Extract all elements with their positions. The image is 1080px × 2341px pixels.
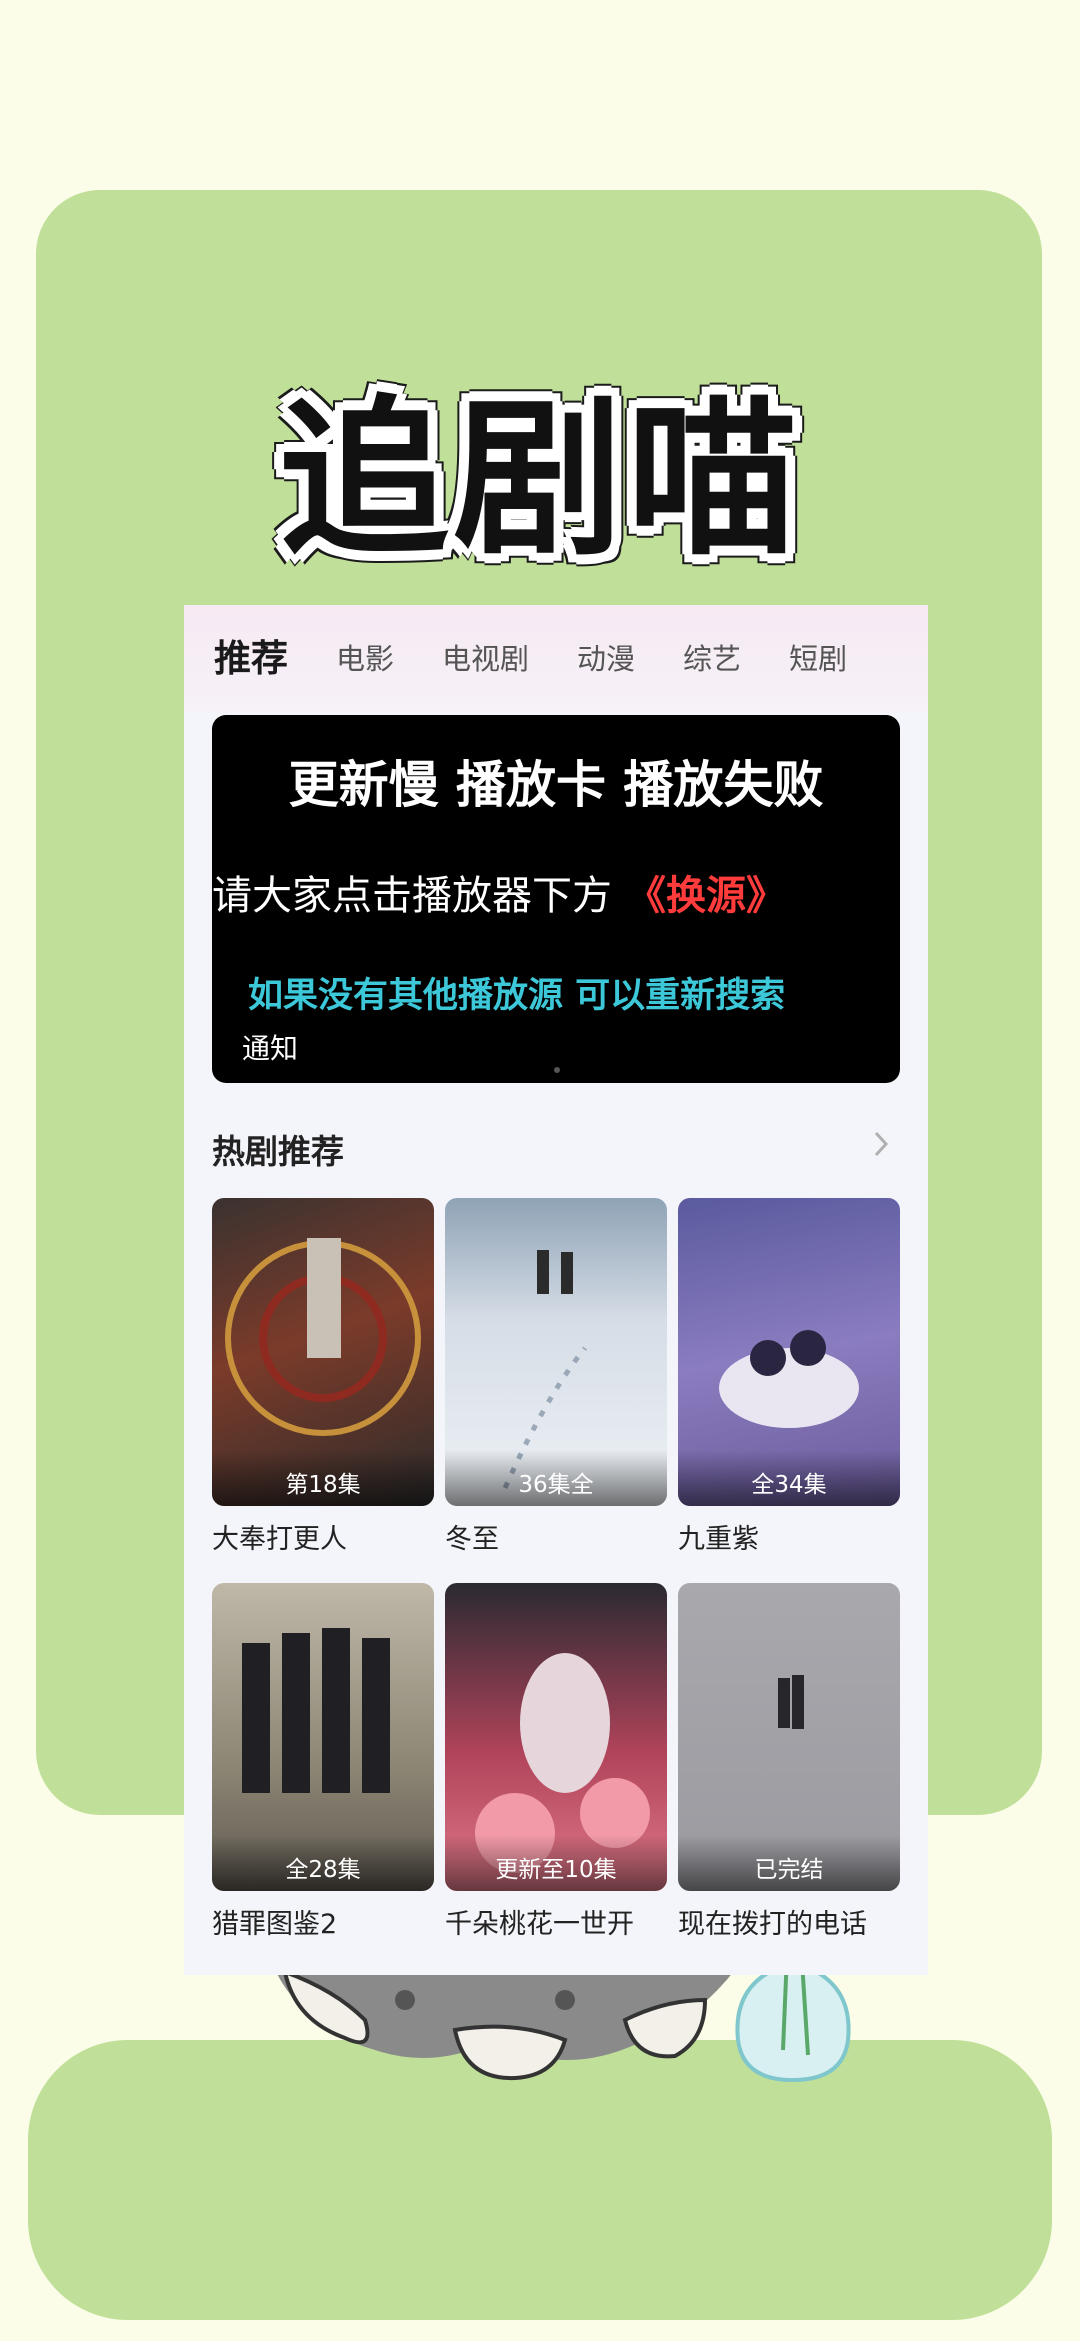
- episode-badge: 更新至10集: [445, 1835, 667, 1891]
- poster-card[interactable]: 全28集: [212, 1583, 434, 1891]
- banner-switch-source-highlight: 《换源》: [626, 873, 786, 919]
- banner-caption: 通知: [242, 1032, 299, 1065]
- tab-short-drama[interactable]: 短剧: [789, 605, 847, 713]
- app-brand-title: 追剧喵: [278, 381, 801, 579]
- poster-card[interactable]: 更新至10集: [445, 1583, 667, 1891]
- app-screen: 推荐 电影 电视剧 动漫 综艺 短剧 更新慢 播放卡 播放失败 请大家点击播放器…: [184, 605, 928, 1975]
- poster-card[interactable]: 36集全: [445, 1198, 667, 1506]
- banner-page-indicator: [554, 1067, 560, 1073]
- episode-badge: 全28集: [212, 1835, 434, 1891]
- cat-illustration: [275, 1968, 735, 2081]
- tab-movies[interactable]: 电影: [336, 605, 394, 713]
- banner-instruction: 请大家点击播放器下方 《换源》: [212, 863, 900, 921]
- tab-variety[interactable]: 综艺: [683, 605, 741, 713]
- banner-headline: 更新慢 播放卡 播放失败: [288, 756, 824, 814]
- episode-badge: 第18集: [212, 1450, 434, 1506]
- show-title[interactable]: 现在拨打的电话: [678, 1902, 908, 1941]
- show-title[interactable]: 千朵桃花一世开: [445, 1902, 675, 1941]
- notice-banner[interactable]: 更新慢 播放卡 播放失败 请大家点击播放器下方 《换源》 如果没有其他播放源 可以…: [212, 715, 900, 1083]
- show-title[interactable]: 九重紫: [678, 1517, 908, 1556]
- episode-badge: 全34集: [678, 1450, 900, 1506]
- episode-badge: 已完结: [678, 1835, 900, 1891]
- poster-card[interactable]: 全34集: [678, 1198, 900, 1506]
- poster-card[interactable]: 第18集: [212, 1198, 434, 1506]
- hot-drama-section-header[interactable]: 热剧推荐: [212, 1115, 900, 1175]
- poster-card[interactable]: 已完结: [678, 1583, 900, 1891]
- tab-recommend[interactable]: 推荐: [214, 605, 288, 713]
- show-title[interactable]: 大奉打更人: [212, 1517, 442, 1556]
- banner-search-hint: 如果没有其他播放源 可以重新搜索: [248, 976, 786, 1016]
- chevron-right-icon[interactable]: [866, 1129, 896, 1159]
- episode-badge: 36集全: [445, 1450, 667, 1506]
- show-title[interactable]: 猎罪图鉴2: [212, 1902, 442, 1941]
- category-tab-bar: 推荐 电影 电视剧 动漫 综艺 短剧: [184, 605, 928, 713]
- show-title[interactable]: 冬至: [445, 1517, 675, 1556]
- tab-anime[interactable]: 动漫: [577, 605, 635, 713]
- tab-tv-series[interactable]: 电视剧: [442, 605, 529, 713]
- banner-instruction-text: 请大家点击播放器下方: [212, 873, 612, 919]
- section-title: 热剧推荐: [212, 1132, 344, 1171]
